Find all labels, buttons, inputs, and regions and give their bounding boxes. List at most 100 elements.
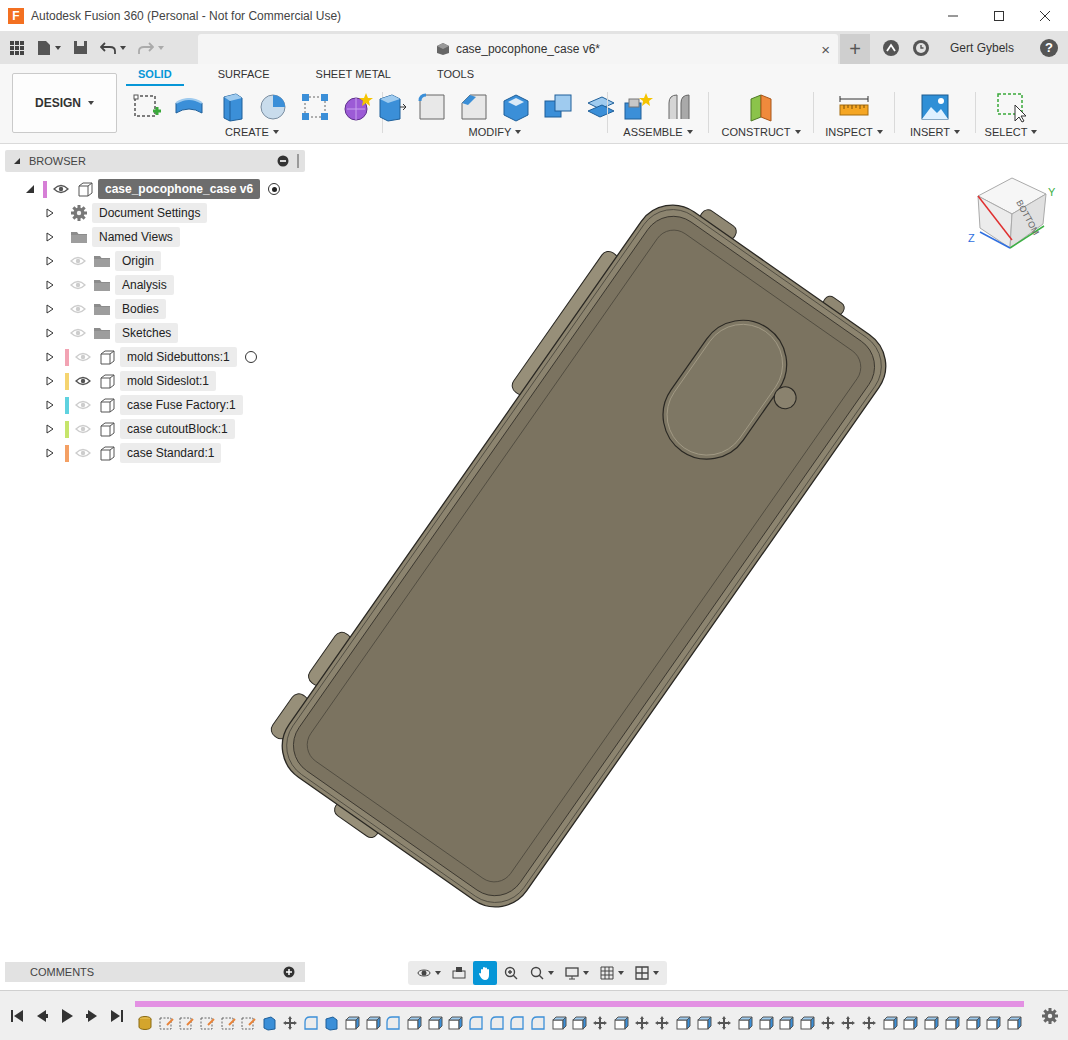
view-cube-icon[interactable]: BOTTOMYZ	[960, 166, 1060, 258]
eye-icon[interactable]	[75, 375, 91, 387]
play-icon[interactable]	[60, 1009, 74, 1023]
hidden-eye-icon[interactable]	[70, 255, 86, 267]
zoom-icon[interactable]	[503, 965, 519, 981]
nav-tool[interactable]	[560, 961, 593, 985]
redo-button[interactable]	[138, 41, 164, 55]
timeline-box-icon[interactable]	[778, 1015, 794, 1031]
tree-label[interactable]: mold Sideslot:1	[120, 371, 216, 391]
maximize-icon[interactable]	[994, 11, 1004, 21]
form-icon[interactable]	[341, 91, 373, 123]
activate-radio[interactable]	[268, 183, 280, 195]
eye-slot[interactable]	[70, 255, 86, 267]
minimize-button[interactable]	[930, 0, 976, 31]
close-icon[interactable]	[1040, 11, 1050, 21]
expand-toggle-icon[interactable]	[45, 424, 55, 434]
tool-group-label[interactable]: ASSEMBLE	[623, 126, 692, 138]
nav-tool[interactable]	[447, 961, 471, 985]
combine-icon[interactable]	[542, 91, 574, 123]
canvas[interactable]: BROWSER case_pocophone_case v6Document Se…	[0, 144, 1068, 990]
view-cube[interactable]: BOTTOMYZ	[960, 166, 1060, 258]
user-name[interactable]: Gert Gybels	[950, 41, 1014, 55]
timeline-box-icon[interactable]	[427, 1015, 443, 1031]
timeline-box-icon[interactable]	[902, 1015, 918, 1031]
dropdown-caret[interactable]	[653, 971, 659, 975]
undo-button[interactable]	[100, 41, 126, 55]
hidden-eye-icon[interactable]	[75, 351, 91, 363]
timeline-box-icon[interactable]	[737, 1015, 753, 1031]
nav-tool[interactable]	[499, 961, 523, 985]
tree-label[interactable]: case Fuse Factory:1	[120, 395, 243, 415]
fit-icon[interactable]	[529, 965, 545, 981]
first-step-icon[interactable]	[10, 1009, 24, 1023]
tree-row[interactable]: Named Views	[5, 225, 305, 249]
viewports-icon[interactable]	[634, 965, 650, 981]
tree-label[interactable]: Document Settings	[92, 203, 207, 223]
timeline-sketch-icon[interactable]	[220, 1015, 236, 1031]
timeline-box-icon[interactable]	[923, 1015, 939, 1031]
tool-group-label[interactable]: CONSTRUCT	[721, 126, 800, 138]
tree-row[interactable]: case Standard:1	[5, 441, 305, 465]
tree-row[interactable]: Sketches	[5, 321, 305, 345]
tool-group-label[interactable]: INSERT	[910, 126, 960, 138]
nav-tool[interactable]	[595, 961, 628, 985]
tree-row[interactable]: Analysis	[5, 273, 305, 297]
workspace-switcher[interactable]: DESIGN	[12, 73, 117, 133]
timeline-move-icon[interactable]	[716, 1015, 732, 1031]
tree-row[interactable]: Document Settings	[5, 201, 305, 225]
timeline-fillet-icon[interactable]	[509, 1015, 525, 1031]
timeline-sketch-icon[interactable]	[199, 1015, 215, 1031]
display-icon[interactable]	[564, 965, 580, 981]
timeline-box-icon[interactable]	[365, 1015, 381, 1031]
dropdown-caret[interactable]	[877, 130, 883, 134]
align-icon[interactable]	[584, 91, 616, 123]
dropdown-caret[interactable]	[687, 130, 693, 134]
expand-toggle-icon[interactable]	[45, 376, 55, 386]
timeline-fillet-icon[interactable]	[385, 1015, 401, 1031]
file-menu[interactable]	[37, 40, 61, 56]
timeline-move-icon[interactable]	[820, 1015, 836, 1031]
timeline-range[interactable]	[135, 1001, 1024, 1007]
minimize-panel-icon[interactable]	[277, 155, 289, 167]
surface-icon[interactable]	[173, 91, 205, 123]
sketch-icon[interactable]	[131, 91, 163, 123]
timeline-extrude-icon[interactable]	[261, 1015, 277, 1031]
timeline-track[interactable]	[135, 1001, 1032, 1031]
toolbar-tab[interactable]: SHEET METAL	[304, 64, 403, 86]
job-status-icon[interactable]	[912, 39, 930, 57]
grid-menu-icon[interactable]	[9, 40, 25, 56]
minimize-icon[interactable]	[948, 11, 958, 21]
eye-slot[interactable]	[75, 351, 91, 363]
document-tab[interactable]: case_pocophone_case v6*×	[198, 34, 838, 64]
fillet-icon[interactable]	[416, 91, 448, 123]
grid-icon[interactable]	[599, 965, 615, 981]
eye-slot[interactable]	[75, 399, 91, 411]
tree-label[interactable]: case cutoutBlock:1	[120, 419, 235, 439]
plane-icon[interactable]	[745, 91, 777, 123]
expand-toggle-icon[interactable]	[45, 304, 55, 314]
timeline-settings[interactable]	[1032, 1007, 1068, 1025]
settings-gear-icon[interactable]	[1041, 1007, 1059, 1025]
pattern-icon[interactable]	[299, 91, 331, 123]
joint-icon[interactable]	[663, 91, 695, 123]
extrude-icon[interactable]	[215, 91, 247, 123]
expand-toggle-icon[interactable]	[45, 328, 55, 338]
phone-case-model[interactable]	[0, 144, 1068, 989]
dropdown-caret[interactable]	[120, 46, 126, 50]
dropdown-caret[interactable]	[548, 971, 554, 975]
timeline-box-icon[interactable]	[613, 1015, 629, 1031]
expand-toggle-icon[interactable]	[45, 280, 55, 290]
browser-header[interactable]: BROWSER	[5, 150, 305, 172]
tool-group-label[interactable]: INSPECT	[825, 126, 883, 138]
close-button[interactable]	[1022, 0, 1068, 31]
eye-slot[interactable]	[75, 447, 91, 459]
dropdown-caret[interactable]	[55, 46, 61, 50]
toolbar-tab[interactable]: TOOLS	[425, 64, 486, 86]
tree-row[interactable]: case cutoutBlock:1	[5, 417, 305, 441]
tree-label[interactable]: Origin	[115, 251, 161, 271]
toolbar-tab[interactable]: SOLID	[126, 64, 184, 86]
tree-label[interactable]: Named Views	[92, 227, 180, 247]
timeline-sketch-icon[interactable]	[240, 1015, 256, 1031]
timeline-box-icon[interactable]	[882, 1015, 898, 1031]
tree-root-row[interactable]: case_pocophone_case v6	[5, 177, 305, 201]
new-tab-button[interactable]: +	[840, 34, 870, 64]
